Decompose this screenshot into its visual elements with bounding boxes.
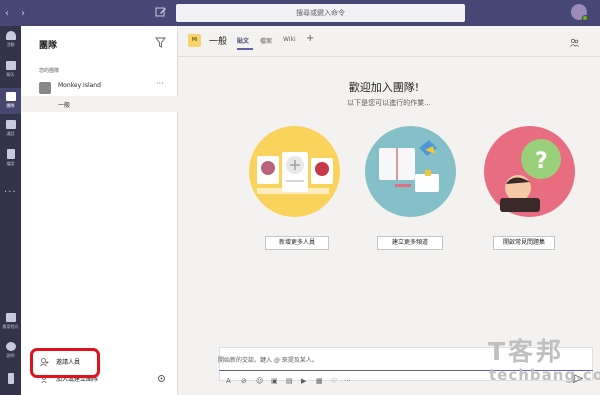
emoji-icon[interactable]: ☺ <box>256 377 263 385</box>
rail-item-apps[interactable]: 應用程式 <box>0 313 21 330</box>
channel-item[interactable]: 一般 <box>21 96 178 112</box>
rail-item-chat[interactable]: 聊天 <box>0 61 21 78</box>
channel-title: 一般 <box>209 37 228 47</box>
tab-files[interactable]: 檔案 <box>260 36 272 45</box>
watermark-url: techbang.com <box>489 366 600 384</box>
watermark-logo: T客邦 <box>488 337 565 366</box>
rail-item-mobile[interactable] <box>0 373 21 384</box>
create-channels-button[interactable]: 建立更多頻道 <box>377 236 443 250</box>
rail-item-label: 應用程式 <box>2 324 19 329</box>
section-label: 您的團隊 <box>39 68 60 74</box>
rail-item-label: 活動 <box>6 42 15 47</box>
format-icon[interactable]: A <box>226 377 231 385</box>
rail-item-files[interactable]: 檔案 <box>0 149 21 167</box>
faq-illustration: ? <box>484 126 575 217</box>
help-icon <box>5 342 16 351</box>
open-faq-button[interactable]: 開啟常見問題集 <box>493 236 555 250</box>
user-avatar[interactable] <box>571 4 588 21</box>
gif-icon[interactable]: ▣ <box>271 377 278 385</box>
apps-icon <box>5 313 16 322</box>
forward-icon[interactable]: › <box>21 8 25 19</box>
panel-title: 團隊 <box>39 41 58 51</box>
team-logo <box>39 82 51 94</box>
add-tab-button[interactable]: + <box>306 33 314 44</box>
stream-icon[interactable]: ▦ <box>316 377 323 385</box>
team-name: Monkey Island <box>58 82 101 89</box>
top-bar: ‹ › 搜尋或鍵入命令 <box>0 0 600 26</box>
rail-item-help[interactable]: 說明 <box>0 342 21 359</box>
sticker-icon[interactable]: ▤ <box>286 377 293 385</box>
create-channels-illustration <box>365 126 456 217</box>
svg-text:?: ? <box>535 149 548 174</box>
rail-item-label: 團隊 <box>6 103 15 108</box>
people-cards-icon <box>257 152 333 194</box>
rail-item-activity[interactable]: 活動 <box>0 31 21 48</box>
welcome-title-text: 歡迎加入團隊! <box>348 81 420 94</box>
rail-item-label: 檔案 <box>6 161 15 166</box>
compose-icon[interactable] <box>155 6 167 18</box>
question-icon: ? <box>500 139 561 212</box>
mobile-icon <box>7 373 14 384</box>
tab-wiki[interactable]: Wiki <box>283 36 296 43</box>
team-more-button[interactable]: ··· <box>156 79 164 88</box>
app-rail: 活動 聊天 團隊 通話 檔案 ... 應用程式 說明 <box>0 26 21 395</box>
notebook-icon <box>379 140 439 192</box>
chat-icon <box>5 61 16 70</box>
gear-icon[interactable] <box>157 374 166 383</box>
teams-panel: 團隊 您的團隊 Monkey Island ··· 一般 邀請人員 加入或建立團… <box>21 26 178 395</box>
bell-icon <box>5 31 16 40</box>
add-people-illustration <box>249 126 340 217</box>
rail-item-calls[interactable]: 通話 <box>0 120 21 137</box>
people-icon[interactable] <box>570 38 579 47</box>
compose-placeholder: 開始新的交談。鍵入 @ 來提及某人。 <box>218 357 318 364</box>
rail-item-label: 說明 <box>6 353 15 358</box>
phone-icon <box>5 120 16 129</box>
presence-dot <box>582 15 588 21</box>
meet-icon[interactable]: ▶ <box>301 377 306 385</box>
rail-item-label: 通話 <box>6 131 15 136</box>
file-icon <box>6 149 15 159</box>
header-divider <box>178 56 600 57</box>
rail-item-teams[interactable]: 團隊 <box>0 88 21 114</box>
filter-icon[interactable] <box>155 37 166 48</box>
welcome-title: 歡迎加入團隊! <box>178 79 600 95</box>
welcome-subtitle: 以下是您可以進行的作業... <box>347 99 431 107</box>
team-badge: MI <box>188 34 201 47</box>
back-icon[interactable]: ‹ <box>5 8 9 19</box>
more-apps-button[interactable]: ... <box>4 184 17 195</box>
highlight-box <box>30 348 100 378</box>
praise-icon[interactable]: ♡ <box>331 377 337 385</box>
search-input[interactable]: 搜尋或鍵入命令 <box>176 4 465 22</box>
add-people-button[interactable]: 新增更多人員 <box>265 236 329 250</box>
teams-icon <box>5 92 16 101</box>
rail-item-label: 聊天 <box>6 72 15 77</box>
more-options-button[interactable]: ··· <box>344 377 351 385</box>
active-tab-indicator <box>237 48 253 50</box>
attach-icon[interactable]: ⊘ <box>241 377 247 385</box>
channel-name: 一般 <box>58 102 71 109</box>
team-item[interactable]: Monkey Island ··· <box>21 79 178 96</box>
tab-posts[interactable]: 貼文 <box>237 36 249 45</box>
nav-arrows: ‹ › <box>0 0 30 26</box>
